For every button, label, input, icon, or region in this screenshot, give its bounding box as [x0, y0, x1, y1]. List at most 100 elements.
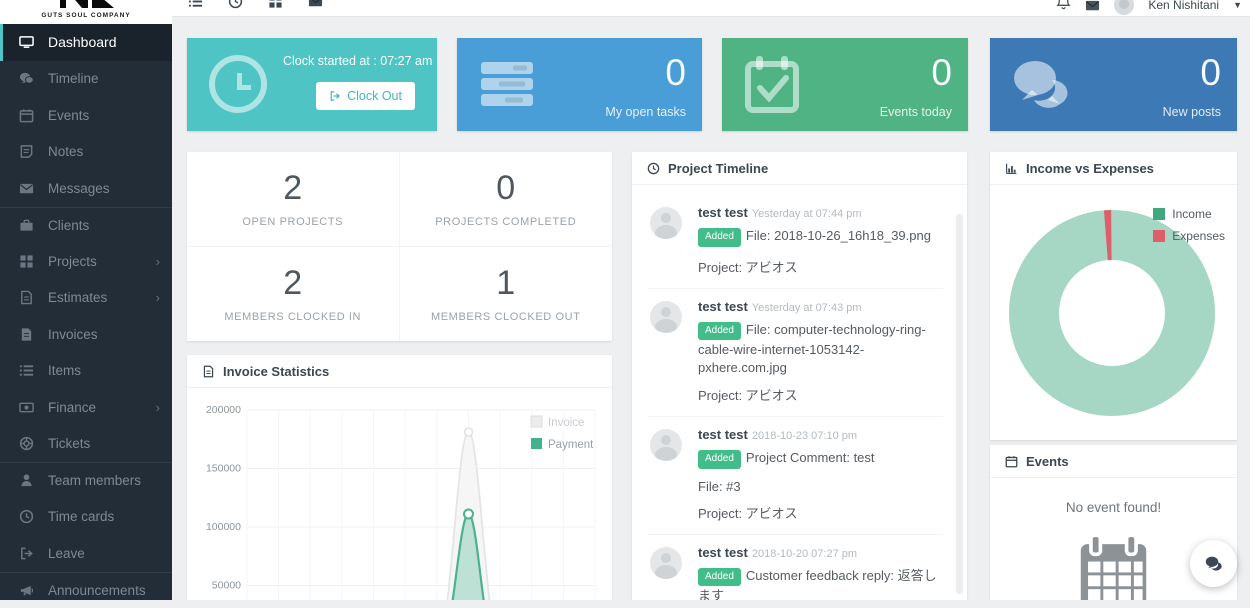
- income-vs-expenses-title: Income vs Expenses: [1026, 161, 1154, 176]
- svg-text:200000: 200000: [206, 404, 241, 416]
- sidebar-item-notes[interactable]: Notes: [0, 134, 172, 171]
- timestamp: Yesterday at 07:43 pm: [752, 302, 862, 314]
- megaphone-icon: [19, 583, 34, 598]
- sidebar-item-announcements[interactable]: Announcements: [0, 572, 172, 608]
- invoice-statistics-chart[interactable]: 200000 150000 100000 50000 Invoice Payme…: [195, 394, 605, 600]
- clock-icon: [209, 55, 267, 113]
- expenses-swatch: [1153, 230, 1165, 242]
- inbox-icon[interactable]: [1085, 0, 1100, 13]
- legend-payment-label: Payment: [548, 439, 594, 451]
- open-tasks-count: 0: [665, 52, 686, 94]
- svg-text:100000: 100000: [206, 521, 241, 533]
- sidebar-item-finance[interactable]: Finance›: [0, 389, 172, 426]
- projects-shortcut-icon[interactable]: [268, 0, 283, 9]
- messages-shortcut-icon[interactable]: [308, 0, 323, 9]
- grid-icon: [19, 254, 34, 269]
- timeline-scrollbar[interactable]: [956, 214, 963, 594]
- monitor-icon: [19, 35, 34, 50]
- clock-icon: [19, 509, 34, 524]
- topbar: Ken Nishitani ▼: [172, 0, 1250, 17]
- status-badge: Added: [698, 228, 741, 247]
- lifering-icon: [19, 436, 34, 451]
- new-posts-count: 0: [1200, 52, 1221, 94]
- bell-icon: [1056, 0, 1071, 10]
- calendar-check-icon: [740, 52, 804, 116]
- sidebar: Dashboard Timeline Events Notes Messages…: [0, 24, 172, 600]
- money-icon: [19, 400, 34, 415]
- avatar: [650, 207, 682, 239]
- events-header: Events: [990, 445, 1237, 478]
- clock-out-button[interactable]: Clock Out: [316, 82, 415, 110]
- note-icon: [19, 144, 34, 159]
- invoice-statistics-header: Invoice Statistics: [187, 355, 612, 388]
- legend-payment-swatch: [531, 438, 542, 449]
- company-logo-icon: [56, 0, 116, 12]
- notifications-button[interactable]: [1056, 0, 1071, 15]
- calendar-icon: [1005, 455, 1018, 468]
- new-posts-card[interactable]: 0 New posts: [990, 38, 1237, 131]
- stat-members-clocked-out: 1 MEMBERS CLOCKED OUT: [400, 247, 613, 342]
- chat-widget-button[interactable]: [1190, 540, 1237, 587]
- company-logo[interactable]: GUTS SOUL COMPANY: [0, 0, 172, 24]
- chevron-right-icon: ›: [156, 400, 160, 415]
- bar-chart-icon: [1005, 162, 1018, 175]
- envelope-icon: [19, 181, 34, 196]
- sidebar-item-leave[interactable]: Leave: [0, 535, 172, 572]
- sidebar-item-invoices[interactable]: Invoices: [0, 316, 172, 353]
- user-avatar[interactable]: [1114, 0, 1134, 15]
- document-chart-icon: [202, 365, 215, 378]
- events-today-label: Events today: [880, 105, 952, 119]
- sidebar-item-dashboard[interactable]: Dashboard: [0, 24, 172, 61]
- chevron-down-icon[interactable]: ▼: [1233, 0, 1242, 10]
- payment-peak-marker: [464, 510, 473, 519]
- invoice-statistics-title: Invoice Statistics: [223, 364, 329, 379]
- clock-started-text: Clock started at : 07:27 am: [283, 54, 425, 68]
- exit-icon: [19, 546, 34, 561]
- timestamp: Yesterday at 07:44 pm: [752, 208, 862, 220]
- invoice-statistics-panel: Invoice Statistics 200000 150000 10000: [187, 355, 612, 600]
- sidebar-item-estimates[interactable]: Estimates›: [0, 280, 172, 317]
- status-badge: Added: [698, 322, 741, 341]
- open-tasks-card[interactable]: 0 My open tasks: [457, 38, 702, 131]
- no-event-text: No event found!: [990, 500, 1237, 515]
- user-name[interactable]: Ken Nishitani: [1148, 0, 1219, 12]
- project-stats-panel: 2 OPEN PROJECTS 0 PROJECTS COMPLETED 2 M…: [187, 152, 612, 341]
- legend-invoice-swatch: [531, 416, 542, 427]
- open-tasks-label: My open tasks: [605, 105, 686, 119]
- expenses-legend-label: Expenses: [1172, 229, 1225, 243]
- stat-members-clocked-in: 2 MEMBERS CLOCKED IN: [187, 247, 400, 342]
- chevron-right-icon: ›: [156, 290, 160, 305]
- clock-icon: [647, 162, 660, 175]
- chat-bubbles-icon: [1204, 554, 1223, 573]
- income-vs-expenses-header: Income vs Expenses: [990, 152, 1237, 185]
- donut-legend: Income Expenses: [1153, 207, 1225, 251]
- sidebar-item-projects[interactable]: Projects›: [0, 243, 172, 280]
- avatar: [650, 547, 682, 579]
- new-posts-label: New posts: [1163, 105, 1221, 119]
- sidebar-item-team-members[interactable]: Team members: [0, 462, 172, 499]
- clock-card: Clock started at : 07:27 am Clock Out: [187, 38, 437, 131]
- sidebar-item-messages[interactable]: Messages: [0, 170, 172, 207]
- sidebar-item-tickets[interactable]: Tickets: [0, 426, 172, 463]
- timestamp: 2018-10-20 07:27 pm: [752, 548, 857, 560]
- timeline-entry[interactable]: test testYesterday at 07:44 pm AddedFile…: [648, 195, 943, 289]
- person-icon: [19, 473, 34, 488]
- project-timeline-header: Project Timeline: [632, 152, 967, 185]
- time-cards-shortcut-icon[interactable]: [228, 0, 243, 9]
- sidebar-item-events[interactable]: Events: [0, 97, 172, 134]
- timeline-entry[interactable]: test testYesterday at 07:43 pm AddedFile…: [648, 289, 943, 418]
- avatar: [650, 301, 682, 333]
- timeline-entry[interactable]: test test2018-10-20 07:27 pm AddedCustom…: [648, 535, 943, 600]
- sidebar-item-timeline[interactable]: Timeline: [0, 61, 172, 98]
- timeline-entry[interactable]: test test2018-10-23 07:10 pm AddedProjec…: [648, 417, 943, 535]
- sidebar-item-time-cards[interactable]: Time cards: [0, 499, 172, 536]
- main-content: Clock started at : 07:27 am Clock Out 0 …: [172, 17, 1250, 600]
- sidebar-item-items[interactable]: Items: [0, 353, 172, 390]
- sidebar-item-clients[interactable]: Clients: [0, 207, 172, 244]
- stat-open-projects: 2 OPEN PROJECTS: [187, 152, 400, 247]
- stat-projects-completed: 0 PROJECTS COMPLETED: [400, 152, 613, 247]
- timeline-shortcut-icon[interactable]: [188, 0, 203, 9]
- events-today-card[interactable]: 0 Events today: [722, 38, 968, 131]
- avatar: [650, 429, 682, 461]
- income-legend-label: Income: [1172, 207, 1211, 221]
